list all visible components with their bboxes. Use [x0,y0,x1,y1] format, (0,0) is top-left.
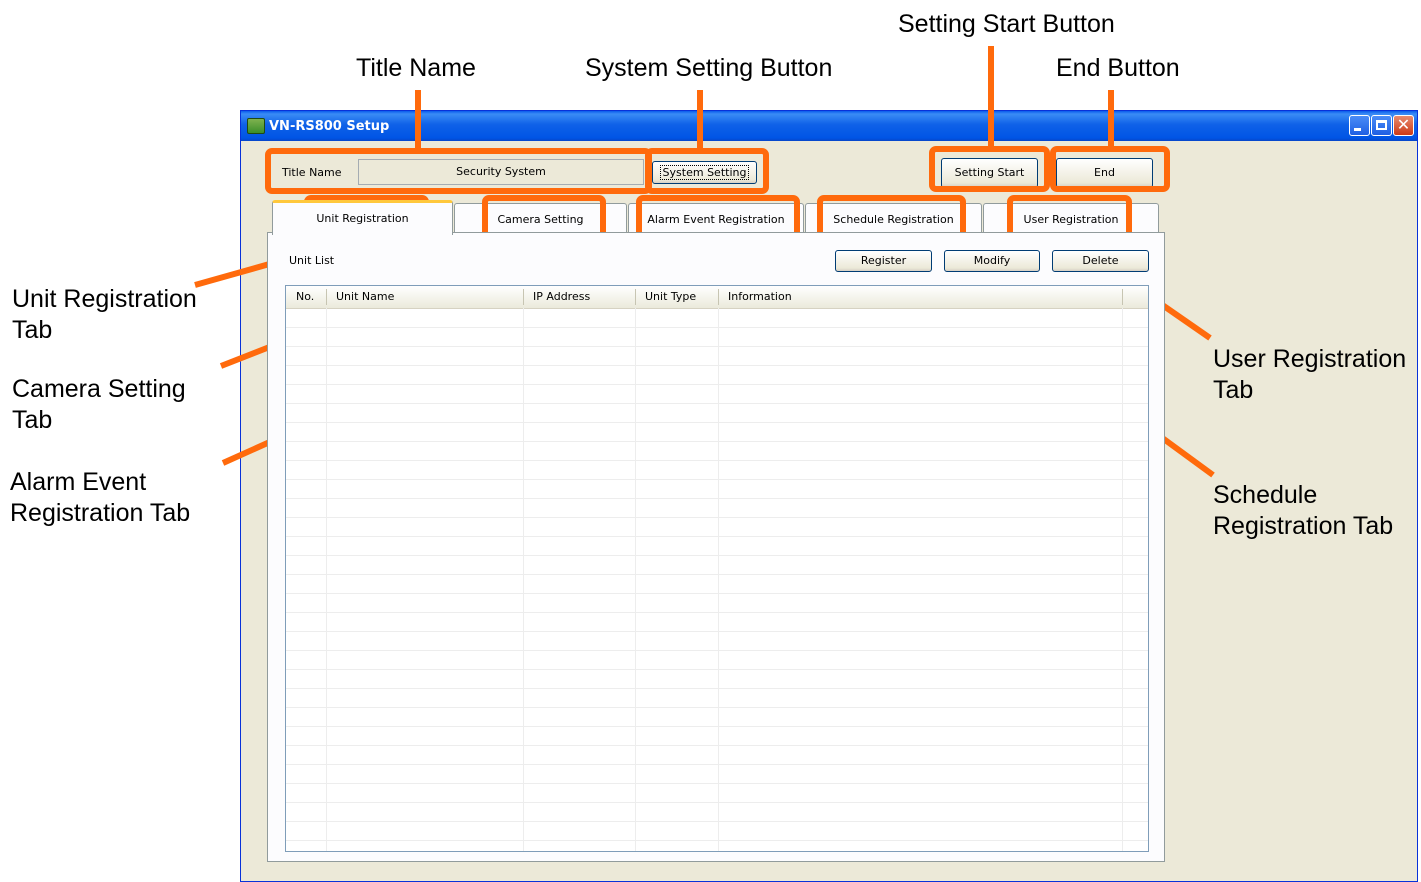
row-line [286,669,1148,670]
row-line [286,403,1148,404]
row-line [286,555,1148,556]
row-line [286,498,1148,499]
header-divider[interactable] [718,289,719,305]
unit-list-table[interactable]: No. Unit Name IP Address Unit Type Infor… [285,285,1149,852]
unit-registration-panel: Unit List Register Modify Delete No. Uni… [267,232,1165,862]
callout-end-button: End Button [1056,54,1180,82]
header-divider[interactable] [1122,289,1123,305]
row-line [286,745,1148,746]
row-line [286,593,1148,594]
modify-button[interactable]: Modify [944,250,1040,272]
callout-alarm-event-registration-tab: Alarm Event Registration Tab [10,468,191,527]
row-line [286,631,1148,632]
delete-button[interactable]: Delete [1052,250,1149,272]
column-header-unit-name[interactable]: Unit Name [336,290,394,303]
header-divider[interactable] [635,289,636,305]
row-line [286,764,1148,765]
callout-user-registration-tab: User Registration Tab [1213,345,1407,404]
row-line [286,821,1148,822]
row-line [286,346,1148,347]
column-header-information[interactable]: Information [728,290,792,303]
row-line [286,422,1148,423]
column-separator [718,308,719,851]
callout-title-name: Title Name [356,54,476,82]
callout-unit-registration-tab: Unit Registration Tab [12,285,197,344]
row-line [286,327,1148,328]
callout-camera-setting-tab: Camera Setting Tab [12,375,186,434]
row-line [286,441,1148,442]
header-divider[interactable] [523,289,524,305]
row-line [286,707,1148,708]
column-separator [326,308,327,851]
column-separator [635,308,636,851]
row-line [286,365,1148,366]
tab-unit-registration-label: Unit Registration [316,212,409,225]
register-button[interactable]: Register [835,250,932,272]
unit-list-label: Unit List [289,254,335,267]
unit-list-header: No. Unit Name IP Address Unit Type Infor… [286,286,1148,309]
row-line [286,460,1148,461]
callout-system-setting-button: System Setting Button [585,54,833,82]
unit-list-body [286,308,1148,851]
row-line [286,517,1148,518]
row-line [286,726,1148,727]
row-line [286,384,1148,385]
column-separator [1122,308,1123,851]
row-line [286,802,1148,803]
column-separator [523,308,524,851]
callout-setting-start-button: Setting Start Button [898,10,1115,38]
header-divider[interactable] [326,289,327,305]
row-line [286,479,1148,480]
row-line [286,840,1148,841]
row-line [286,783,1148,784]
tab-unit-registration[interactable]: Unit Registration [272,200,453,235]
column-header-ip-address[interactable]: IP Address [533,290,590,303]
column-header-no[interactable]: No. [296,290,314,303]
row-line [286,650,1148,651]
row-line [286,612,1148,613]
row-line [286,688,1148,689]
row-line [286,536,1148,537]
callout-schedule-registration-tab: Schedule Registration Tab [1213,481,1394,540]
row-line [286,574,1148,575]
column-header-unit-type[interactable]: Unit Type [645,290,696,303]
